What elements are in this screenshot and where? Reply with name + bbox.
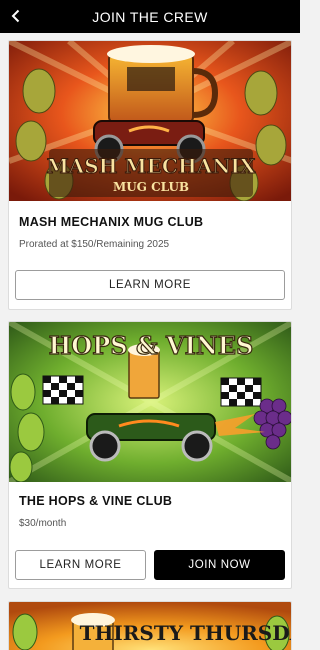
top-bar: JOIN THE CREW (0, 0, 300, 33)
club-name: THE HOPS & VINE CLUB (19, 494, 173, 508)
banner-subtitle: MUG CLUB (113, 180, 189, 194)
banner-title: MASH MECHANIX (47, 154, 256, 178)
page-title: JOIN THE CREW (92, 8, 208, 25)
learn-more-button[interactable]: LEARN MORE (15, 550, 146, 580)
chevron-left-icon (11, 9, 20, 23)
banner-title: HOPS & VINES (49, 331, 254, 360)
club-image[interactable]: MASH MECHANIX MUG CLUB (9, 41, 291, 201)
club-card-hops-vine: HOPS & VINES THE HOPS & VINE CLUB $30/mo… (8, 321, 292, 589)
join-now-button[interactable]: JOIN NOW (154, 550, 285, 580)
back-button[interactable] (4, 4, 28, 28)
banner-title: THIRSTY THURSDAY (80, 621, 292, 645)
club-price: Prorated at $150/Remaining 2025 (19, 239, 170, 250)
club-price: $30/month (19, 518, 67, 529)
club-card-thirsty-thursday: THIRSTY THURSDAY (8, 601, 292, 650)
club-name: MASH MECHANIX MUG CLUB (19, 215, 204, 229)
club-image[interactable]: THIRSTY THURSDAY (9, 602, 292, 650)
learn-more-button[interactable]: LEARN MORE (15, 270, 285, 300)
club-card-mug-club: MASH MECHANIX MUG CLUB MASH MECHANIX MUG… (8, 40, 292, 310)
club-image[interactable]: HOPS & VINES (9, 322, 291, 482)
